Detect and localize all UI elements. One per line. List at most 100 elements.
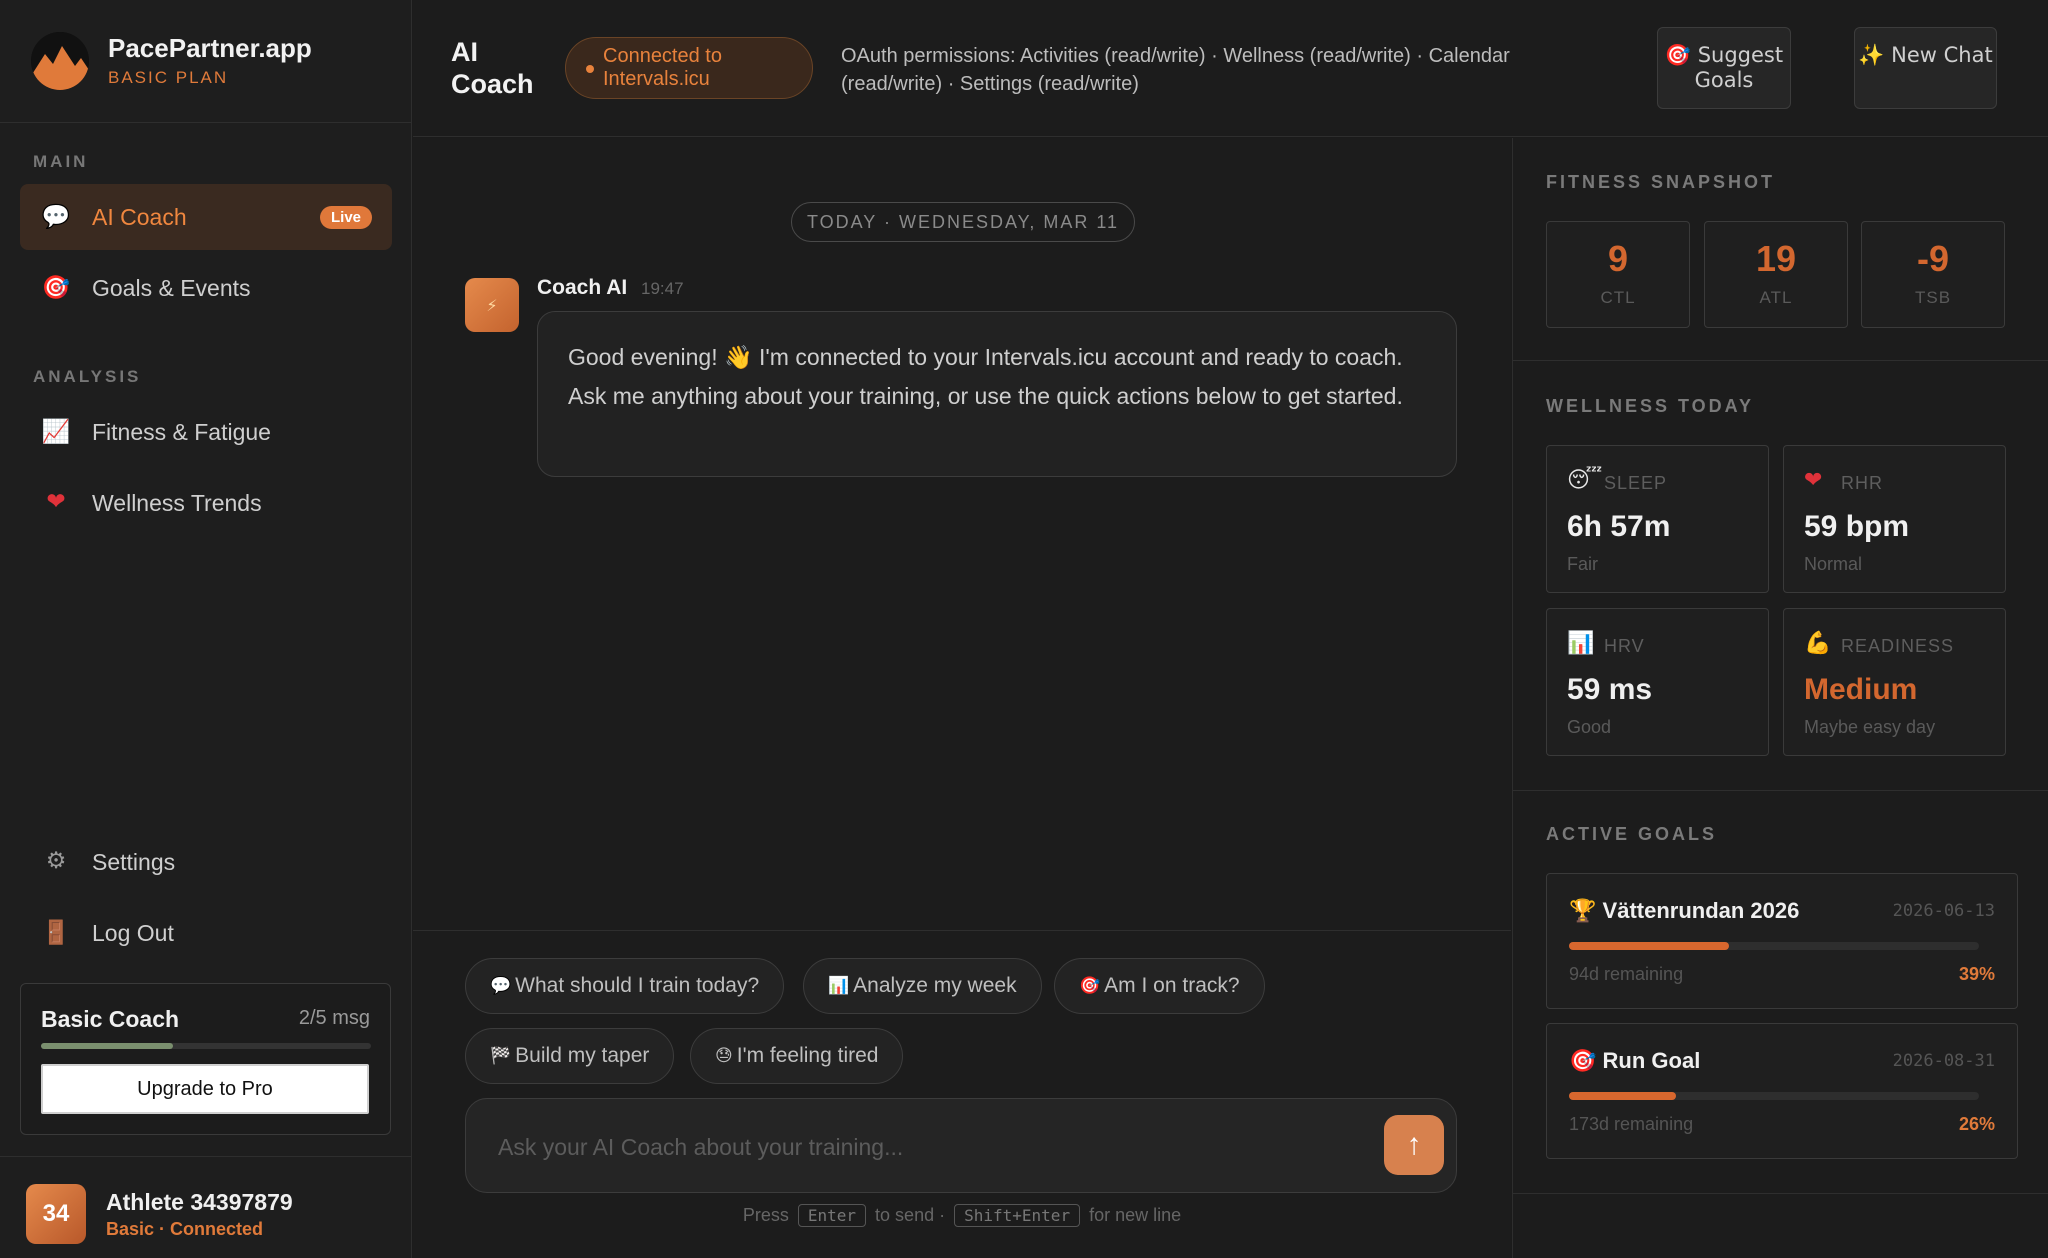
- sidebar-item-goals-events[interactable]: 🎯 Goals & Events: [20, 255, 392, 321]
- mountain-logo-icon: [31, 32, 89, 90]
- plan-card: Basic Coach 2/5 msg Upgrade to Pro: [20, 983, 391, 1135]
- divider: [413, 930, 1511, 931]
- brand-plan: BASIC PLAN: [108, 68, 229, 87]
- goal-card[interactable]: 🎯 Run Goal 2026-08-31 173d remaining 26%: [1546, 1023, 2018, 1159]
- sidebar-item-label: AI Coach: [92, 204, 187, 230]
- wellness-sub: Good: [1567, 717, 1612, 737]
- sidebar-item-label: Settings: [92, 849, 176, 875]
- trophy-icon: 🏆: [1569, 899, 1597, 924]
- gear-icon: ⚙: [45, 848, 67, 874]
- connection-status-badge: Connected to Intervals.icu: [565, 37, 813, 99]
- bar-chart-icon: 📊: [1567, 631, 1595, 656]
- quick-action-feeling-tired[interactable]: 😓 I'm feeling tired: [690, 1028, 904, 1084]
- fitness-snapshot-label: FITNESS SNAPSHOT: [1546, 172, 1776, 192]
- wellness-card-sleep: 😴 SLEEP 6h 57m Fair: [1546, 445, 1769, 593]
- header: AI Coach Connected to Intervals.icu OAut…: [413, 0, 2048, 137]
- goal-title: Vättenrundan 2026: [1602, 898, 1800, 923]
- new-chat-button[interactable]: ✨ New Chat: [1854, 27, 1997, 109]
- goal-remaining: 173d remaining: [1569, 1114, 1694, 1134]
- quick-action-train-today[interactable]: 💬 What should I train today?: [465, 958, 785, 1014]
- suggest-goals-button[interactable]: 🎯 Suggest Goals: [1657, 27, 1791, 109]
- sidebar-item-settings[interactable]: ⚙ Settings: [20, 829, 392, 895]
- fitness-card-ctl: 9 CTL: [1546, 221, 1690, 328]
- brand: PacePartner.app BASIC PLAN: [0, 0, 412, 123]
- avatar: 34: [26, 1184, 86, 1244]
- wellness-label: RHR: [1841, 473, 1883, 493]
- wellness-card-readiness: 💪 READINESS Medium Maybe easy day: [1783, 608, 2006, 756]
- goal-progress-bar: [1569, 1092, 1979, 1100]
- sidebar-item-fitness-fatigue[interactable]: 📈 Fitness & Fatigue: [20, 399, 392, 465]
- goal-name: 🏆 Vättenrundan 2026: [1569, 898, 1799, 924]
- wellness-value: 59 ms: [1567, 673, 1653, 706]
- lightning-icon: ⚡: [465, 278, 519, 332]
- hint-text: Press: [742, 1205, 789, 1225]
- hint-text: for new line: [1089, 1205, 1182, 1225]
- goal-progress-fill: [1569, 942, 1729, 950]
- message-timestamp: 19:47: [641, 279, 684, 298]
- page-title: AI Coach: [451, 37, 534, 99]
- arrow-up-icon: ↑: [1406, 1128, 1422, 1161]
- wellness-sub: Maybe easy day: [1804, 717, 1936, 737]
- goal-progress-fill: [1569, 1092, 1676, 1100]
- goal-date: 2026-06-13: [1892, 901, 1995, 921]
- door-icon: 🚪: [41, 919, 71, 946]
- user-name: Athlete 34397879: [106, 1189, 293, 1215]
- quick-action-analyze-week[interactable]: 📊 Analyze my week: [803, 958, 1042, 1014]
- sidebar-item-label: Goals & Events: [92, 275, 251, 301]
- quick-action-label: Am I on track?: [1104, 974, 1240, 997]
- sidebar-item-label: Log Out: [92, 920, 174, 946]
- divider: [1513, 1193, 2048, 1194]
- plan-title: Basic Coach: [41, 1006, 180, 1032]
- ctl-label: CTL: [1600, 288, 1636, 307]
- atl-value: 19: [1755, 238, 1797, 279]
- wellness-value: 6h 57m: [1567, 510, 1671, 543]
- send-button[interactable]: ↑: [1384, 1115, 1444, 1175]
- speech-bubble-icon: 💬: [41, 203, 71, 230]
- goal-progress-bar: [1569, 942, 1979, 950]
- brand-name: PacePartner.app: [108, 33, 312, 63]
- goal-percent: 39%: [1958, 964, 1995, 984]
- connection-status-text: Connected to Intervals.icu: [603, 45, 722, 90]
- tired-face-icon: 😓: [715, 1046, 733, 1066]
- date-divider: TODAY · WEDNESDAY, MAR 11: [791, 202, 1135, 242]
- plan-usage-bar: [41, 1043, 371, 1049]
- goal-card[interactable]: 🏆 Vättenrundan 2026 2026-06-13 94d remai…: [1546, 873, 2018, 1009]
- tsb-value: -9: [1916, 238, 1949, 279]
- divider: [1513, 360, 2048, 361]
- chat-input[interactable]: [498, 1129, 1358, 1165]
- wellness-label: SLEEP: [1604, 473, 1668, 493]
- wellness-label: HRV: [1604, 636, 1645, 656]
- sleeping-face-icon: 😴: [1567, 468, 1603, 493]
- sidebar-item-label: Fitness & Fatigue: [92, 419, 271, 445]
- atl-label: ATL: [1759, 288, 1793, 307]
- oauth-permissions: OAuth permissions: Activities (read/writ…: [841, 45, 1510, 95]
- upgrade-button[interactable]: Upgrade to Pro: [41, 1064, 369, 1114]
- sidebar-item-ai-coach[interactable]: 💬 AI Coach Live: [20, 184, 392, 250]
- goal-remaining: 94d remaining: [1569, 964, 1684, 984]
- plan-message-count: 2/5 msg: [298, 1007, 370, 1029]
- quick-action-label: Analyze my week: [853, 974, 1017, 997]
- fitness-card-tsb: -9 TSB: [1861, 221, 2005, 328]
- message-author: Coach AI: [537, 276, 628, 299]
- status-dot-icon: [586, 65, 594, 73]
- user-profile[interactable]: 34 Athlete 34397879 Basic · Connected: [0, 1156, 412, 1258]
- enter-key: Enter: [797, 1204, 867, 1227]
- fitness-card-atl: 19 ATL: [1704, 221, 1848, 328]
- heart-icon: ❤: [1804, 468, 1823, 493]
- wellness-value: Medium: [1804, 673, 1918, 706]
- quick-action-on-track[interactable]: 🎯 Am I on track?: [1054, 958, 1265, 1014]
- sidebar: PacePartner.app BASIC PLAN MAIN 💬 AI Coa…: [0, 0, 412, 1258]
- bar-chart-icon: 📊: [828, 976, 850, 996]
- sidebar-item-log-out[interactable]: 🚪 Log Out: [20, 900, 392, 966]
- goal-date: 2026-08-31: [1892, 1051, 1995, 1071]
- right-panel: FITNESS SNAPSHOT 9 CTL 19 ATL -9 TSB WEL…: [1512, 138, 2048, 1258]
- quick-action-label: Build my taper: [515, 1044, 650, 1067]
- hint-text: to send ·: [875, 1205, 946, 1225]
- sidebar-item-wellness-trends[interactable]: ❤ Wellness Trends: [20, 470, 392, 536]
- sidebar-item-label: Wellness Trends: [92, 490, 262, 516]
- quick-action-build-taper[interactable]: 🏁 Build my taper: [465, 1028, 675, 1084]
- active-goals-label: ACTIVE GOALS: [1546, 824, 1718, 844]
- target-icon: 🎯: [41, 274, 71, 301]
- section-label-main: MAIN: [33, 152, 89, 171]
- shift-enter-key: Shift+Enter: [954, 1204, 1081, 1227]
